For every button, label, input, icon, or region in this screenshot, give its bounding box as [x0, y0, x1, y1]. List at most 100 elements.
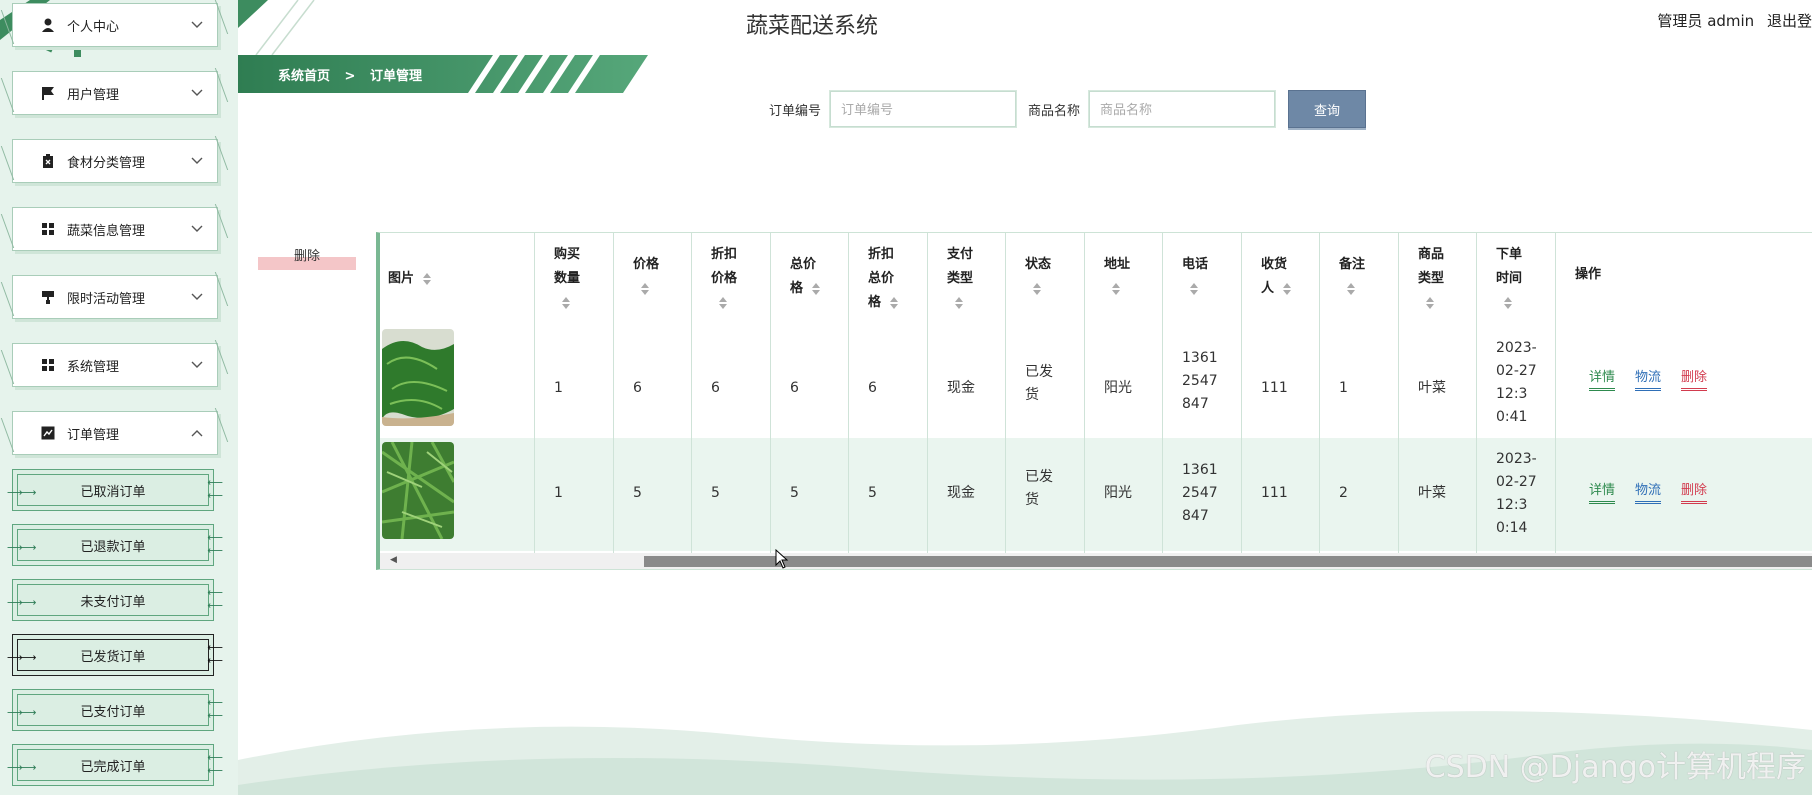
sort-icon[interactable]: [811, 282, 820, 295]
sidebar-item-label: 订单管理: [67, 427, 120, 443]
horizontal-scrollbar[interactable]: ◀: [380, 553, 1812, 569]
detail-link[interactable]: 详情: [1589, 479, 1616, 504]
cell-status: 已发货: [1025, 361, 1053, 407]
header-price[interactable]: 价格: [613, 233, 659, 333]
sub-item-cancelled-orders[interactable]: ⟶⟶ ⟵ ⟵ 已取消订单: [7, 469, 223, 511]
header-label: 类型: [1418, 271, 1445, 286]
sort-icon[interactable]: [1033, 282, 1041, 295]
cell-text: 847: [1182, 396, 1209, 412]
cell-total: 6: [790, 380, 799, 396]
cell-address: 阳光: [1104, 485, 1132, 501]
sidebar-item-personal-center[interactable]: 个人中心: [12, 3, 218, 47]
sidebar-item-ingredient-category[interactable]: 食材分类管理: [12, 139, 218, 183]
arrow-left-icon: ⟵ ⟵: [207, 696, 223, 722]
cell-text: 0:41: [1496, 409, 1528, 425]
product-name-input[interactable]: [1089, 91, 1275, 127]
cell-text: 已发: [1025, 469, 1053, 485]
sort-icon[interactable]: [1190, 282, 1198, 295]
sort-icon[interactable]: [1504, 296, 1512, 309]
cell-text: 02-27: [1496, 474, 1537, 490]
header-discount-total[interactable]: 折扣 总价 格: [848, 233, 898, 333]
sidebar-item-order-management[interactable]: 订单管理: [12, 411, 218, 455]
header-pay-type[interactable]: 支付 类型: [927, 233, 973, 333]
arrow-left-icon: ⟵ ⟵: [207, 641, 223, 667]
cell-text: 货: [1025, 492, 1039, 508]
header-label: 商品: [1418, 247, 1445, 262]
sub-item-unpaid-orders[interactable]: ⟶⟶ ⟵ ⟵ 未支付订单: [7, 579, 223, 621]
sidebar-item-vegetable-info[interactable]: 蔬菜信息管理: [12, 207, 218, 251]
sort-icon[interactable]: [889, 296, 898, 309]
sort-icon[interactable]: [1112, 282, 1120, 295]
sidebar-item-flash-sale[interactable]: 限时活动管理: [12, 275, 218, 319]
logistics-link[interactable]: 物流: [1635, 479, 1662, 504]
cell-address: 阳光: [1104, 380, 1132, 396]
search-button[interactable]: 查询: [1288, 90, 1366, 128]
header-remark[interactable]: 备注: [1319, 233, 1365, 333]
delete-link[interactable]: 删除: [1681, 366, 1708, 391]
header-label: 支付: [947, 247, 974, 262]
header-order-time[interactable]: 下单 时间: [1476, 233, 1522, 333]
sidebar-item-user-management[interactable]: 用户管理: [12, 71, 218, 115]
header-status[interactable]: 状态: [1005, 233, 1051, 333]
header-quantity[interactable]: 购买 数量: [534, 233, 580, 333]
order-no-label: 订单编号: [769, 104, 822, 119]
sub-item-completed-orders[interactable]: ⟶⟶ ⟵ ⟵ 已完成订单: [7, 744, 223, 786]
detail-link[interactable]: 详情: [1589, 366, 1616, 391]
scrollbar-thumb[interactable]: [644, 556, 1812, 567]
sidebar-item-label: 用户管理: [67, 87, 120, 103]
watermark: CSDN @Django计算机程序: [1424, 750, 1806, 785]
cell-product-type: 叶菜: [1418, 380, 1446, 396]
sort-icon[interactable]: [1347, 282, 1355, 295]
header-total[interactable]: 总价 格: [770, 233, 820, 333]
product-image: [382, 442, 454, 539]
sub-item-paid-orders[interactable]: ⟶⟶ ⟵ ⟵ 已支付订单: [7, 689, 223, 731]
sort-icon[interactable]: [1282, 282, 1291, 295]
breadcrumb-current: 订单管理: [369, 69, 422, 84]
cell-price: 5: [633, 485, 642, 501]
header-address[interactable]: 地址: [1084, 233, 1130, 333]
header-receiver[interactable]: 收货 人: [1241, 233, 1291, 333]
sub-item-label: 已取消订单: [80, 484, 146, 500]
sort-icon[interactable]: [719, 296, 727, 309]
scroll-left-icon[interactable]: ◀: [390, 555, 397, 565]
arrow-left-icon: ⟵ ⟵: [207, 531, 223, 557]
logistics-link[interactable]: 物流: [1635, 366, 1662, 391]
header-label: 电话: [1182, 257, 1209, 272]
cell-text: 2547: [1182, 373, 1218, 389]
header-phone[interactable]: 电话: [1162, 233, 1208, 333]
order-no-input[interactable]: [830, 91, 1016, 127]
header-image[interactable]: 图片: [380, 233, 431, 333]
batch-delete-button[interactable]: 删除: [258, 238, 356, 270]
sort-icon[interactable]: [562, 296, 570, 309]
header-label: 下单: [1496, 247, 1523, 262]
sort-icon[interactable]: [422, 272, 431, 285]
header-label: 类型: [947, 271, 974, 286]
cell-text: 货: [1025, 387, 1039, 403]
header-label: 状态: [1025, 257, 1052, 272]
header-discount-price[interactable]: 折扣 价格: [691, 233, 737, 333]
sidebar-item-system-management[interactable]: 系统管理: [12, 343, 218, 387]
sub-item-refunded-orders[interactable]: ⟶⟶ ⟵ ⟵ 已退款订单: [7, 524, 223, 566]
sidebar-item-label: 限时活动管理: [67, 291, 146, 307]
breadcrumb-home[interactable]: 系统首页: [278, 69, 330, 84]
arrow-right-icon: ⟶⟶: [7, 541, 37, 554]
cell-order-time: 2023- 02-27 12:3 0:14: [1496, 448, 1537, 540]
delete-link[interactable]: 删除: [1681, 479, 1708, 504]
sub-item-shipped-orders[interactable]: ⟶⟶ ⟵ ⟵ 已发货订单: [7, 634, 223, 676]
cell-pay-type: 现金: [947, 485, 975, 501]
header-label: 地址: [1104, 257, 1131, 272]
cell-text: 2023-: [1496, 451, 1537, 467]
header-label: 总价: [790, 257, 817, 272]
user-label: 管理员 admin: [1657, 12, 1755, 30]
header-label: 操作: [1575, 267, 1602, 282]
header-product-type[interactable]: 商品 类型: [1398, 233, 1444, 333]
chart-icon: [39, 424, 57, 442]
cell-text: 1361: [1182, 350, 1218, 366]
sort-icon[interactable]: [641, 282, 649, 295]
cell-remark: 1: [1339, 380, 1348, 396]
sort-icon[interactable]: [1426, 296, 1434, 309]
logout-link[interactable]: 退出登: [1767, 12, 1812, 30]
sub-item-label: 已支付订单: [80, 704, 146, 720]
cell-discount-total: 6: [868, 380, 877, 396]
sort-icon[interactable]: [955, 296, 963, 309]
